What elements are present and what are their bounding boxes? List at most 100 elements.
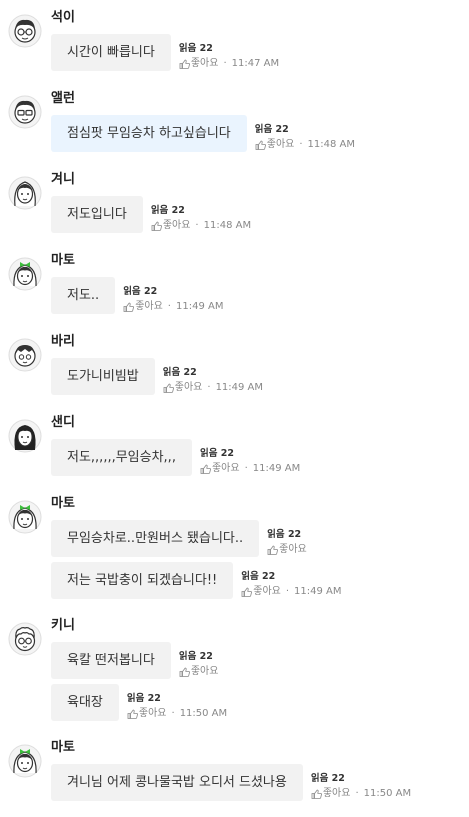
message-meta: 읽음 22 좋아요 · 11:49 AM [123,284,223,314]
message-bubble[interactable]: 육칼 떤저봅니다 [51,642,171,679]
thumbs-up-icon[interactable] [241,587,253,597]
message-bubble[interactable]: 도가니비빔밥 [51,358,155,395]
timestamp: 11:49 AM [294,586,342,597]
thumbs-up-icon[interactable] [267,545,279,555]
separator-dot: · [171,708,175,719]
thumbs-up-icon[interactable] [179,667,190,677]
sender-name: 마토 [51,740,75,755]
message-meta: 읽음 22 좋아요 · 11:48 AM [151,203,251,233]
read-count: 읽음 22 [267,529,302,540]
avatar-black-hair-woman-icon[interactable] [8,419,42,453]
message-row: 육칼 떤저봅니다 읽음 22 좋아요 [51,642,218,679]
read-count: 읽음 22 [150,205,185,216]
message-row: 겨니님 어제 콩나물국밥 오디서 드셨나용 읽음 22 좋아요 · 11:50 … [51,764,411,801]
read-count: 읽음 22 [178,43,213,54]
message-meta: 읽음 22 좋아요 · 11:49 AM [241,569,341,599]
message-row: 무임승차로..만원버스 됐습니다.. 읽음 22 좋아요 [51,520,307,557]
read-count: 읽음 22 [126,693,161,704]
timestamp: 11:49 AM [175,301,224,312]
avatar-girl-green-bow-icon[interactable] [8,744,42,778]
like-button[interactable]: 좋아요 [191,664,219,679]
message-row: 저도,,,,,,무임승차,,, 읽음 22 좋아요 · 11:49 AM [51,439,300,476]
message-row: 점심팟 무임승차 하고싶습니다 읽음 22 좋아요 · 11:48 AM [51,115,355,152]
message-row: 저도.. 읽음 22 좋아요 · 11:49 AM [51,277,223,314]
timestamp: 11:50 AM [363,788,412,799]
like-button[interactable]: 좋아요 [139,706,167,721]
separator-dot: · [195,220,199,231]
thumbs-up-icon[interactable] [255,140,266,150]
message-row: 저도입니다 읽음 22 좋아요 · 11:48 AM [51,196,251,233]
message-bubble[interactable]: 저도.. [51,277,116,314]
separator-dot: · [244,463,248,474]
sender-name: 마토 [51,253,75,268]
read-count: 읽음 22 [123,286,158,297]
avatar-round-face-icon[interactable] [8,338,42,372]
message-meta: 읽음 22 좋아요 [267,527,307,557]
message-row: 저는 국밥충이 되겠습니다!! 읽음 22 좋아요 · 11:49 AM [51,562,342,599]
message-meta: 읽음 22 좋아요 · 11:49 AM [200,446,300,476]
sender-name: 앨런 [51,91,75,106]
read-count: 읽음 22 [241,571,276,582]
like-button[interactable]: 좋아요 [212,461,240,476]
message-meta: 읽음 22 좋아요 · 11:50 AM [127,691,227,721]
separator-dot: · [355,788,359,799]
message-meta: 읽음 22 좋아요 · 11:47 AM [179,41,279,71]
like-button[interactable]: 좋아요 [135,299,163,314]
timestamp: 11:50 AM [179,708,228,719]
message-row: 육대장 읽음 22 좋아요 · 11:50 AM [51,684,227,721]
timestamp: 11:48 AM [307,139,356,150]
separator-dot: · [285,586,290,597]
sender-name: 겨니 [51,172,75,187]
message-bubble[interactable]: 점심팟 무임승차 하고싶습니다 [51,115,247,152]
like-button[interactable]: 좋아요 [267,137,295,152]
thumbs-up-icon[interactable] [311,789,322,799]
separator-dot: · [167,301,171,312]
sender-name: 키니 [51,618,75,633]
message-meta: 읽음 22 좋아요 · 11:49 AM [163,365,263,395]
like-button[interactable]: 좋아요 [253,584,281,599]
thumbs-up-icon[interactable] [163,383,174,393]
like-button[interactable]: 좋아요 [279,542,307,557]
separator-dot: · [207,382,211,393]
timestamp: 11:49 AM [252,463,301,474]
avatar-glasses-man-icon[interactable] [8,14,42,48]
separator-dot: · [223,58,227,69]
message-row: 도가니비빔밥 읽음 22 좋아요 · 11:49 AM [51,358,263,395]
read-count: 읽음 22 [178,651,213,662]
sender-name: 마토 [51,496,75,511]
message-bubble[interactable]: 무임승차로..만원버스 됐습니다.. [51,520,260,557]
timestamp: 11:48 AM [203,220,252,231]
sender-name: 석이 [51,10,75,25]
separator-dot: · [299,139,303,150]
message-bubble[interactable]: 겨니님 어제 콩나물국밥 오디서 드셨나용 [51,764,303,801]
thumbs-up-icon[interactable] [200,464,211,474]
like-button[interactable]: 좋아요 [163,218,191,233]
like-button[interactable]: 좋아요 [191,56,219,71]
message-bubble[interactable]: 저도,,,,,,무임승차,,, [51,439,192,476]
read-count: 읽음 22 [162,367,197,378]
thumbs-up-icon[interactable] [151,221,162,231]
message-meta: 읽음 22 좋아요 · 11:50 AM [311,771,411,801]
message-meta: 읽음 22 좋아요 · 11:48 AM [255,122,355,152]
message-bubble[interactable]: 육대장 [51,684,119,721]
avatar-girl-green-bow-icon[interactable] [8,500,42,534]
message-bubble[interactable]: 시간이 빠릅니다 [51,34,171,71]
like-button[interactable]: 좋아요 [323,786,351,801]
like-button[interactable]: 좋아요 [175,380,203,395]
timestamp: 11:49 AM [215,382,264,393]
read-count: 읽음 22 [199,448,234,459]
thumbs-up-icon[interactable] [127,709,138,719]
message-bubble[interactable]: 저도입니다 [51,196,143,233]
thumbs-up-icon[interactable] [179,59,190,69]
sender-name: 바리 [51,334,75,349]
read-count: 읽음 22 [310,773,345,784]
message-row: 시간이 빠릅니다 읽음 22 좋아요 · 11:47 AM [51,34,279,71]
thumbs-up-icon[interactable] [123,302,135,312]
message-bubble[interactable]: 저는 국밥충이 되겠습니다!! [51,562,234,599]
avatar-glasses-curly-icon[interactable] [8,622,42,656]
timestamp: 11:47 AM [231,58,280,69]
avatar-glasses-man-icon[interactable] [8,95,42,129]
read-count: 읽음 22 [254,124,289,135]
avatar-girl-green-bow-icon[interactable] [8,257,42,291]
avatar-long-hair-woman-icon[interactable] [8,176,42,210]
